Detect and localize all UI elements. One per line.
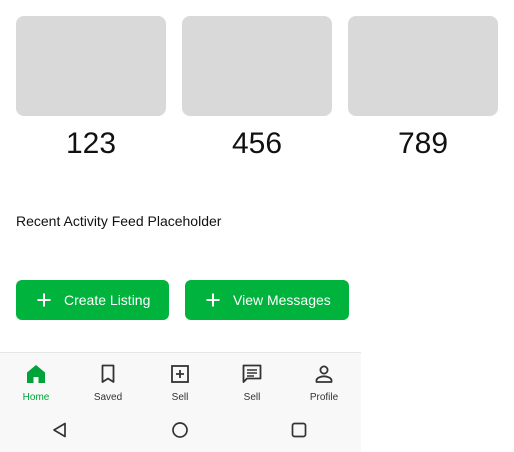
nav-item-home[interactable]: Home	[0, 353, 72, 409]
back-icon[interactable]	[50, 420, 70, 440]
stat-card: 456	[182, 16, 332, 162]
home-icon	[24, 362, 48, 386]
bookmark-icon	[96, 362, 120, 386]
message-icon	[240, 362, 264, 386]
nav-item-sell[interactable]: Sell	[144, 353, 216, 409]
create-listing-button[interactable]: Create Listing	[16, 280, 169, 320]
stat-image-placeholder	[182, 16, 332, 116]
stat-card: 789	[348, 16, 498, 162]
nav-label: Sell	[171, 392, 189, 403]
view-messages-button[interactable]: View Messages	[185, 280, 349, 320]
plus-icon	[205, 292, 221, 308]
stat-card: 123	[16, 16, 166, 162]
create-listing-label: Create Listing	[64, 292, 151, 308]
bottom-navigation: Home Saved Sell Sell Profile	[0, 352, 361, 408]
home-circle-icon[interactable]	[170, 420, 190, 440]
nav-label: Saved	[93, 392, 123, 403]
recent-activity-placeholder: Recent Activity Feed Placeholder	[16, 213, 222, 229]
system-navigation-bar	[0, 408, 361, 452]
stat-value: 789	[397, 127, 449, 160]
dashboard-screen: 123 456 789 Recent Activity Feed Placeho…	[0, 0, 514, 452]
nav-label: Profile	[309, 392, 339, 403]
nav-item-profile[interactable]: Profile	[288, 353, 360, 409]
add-box-icon	[168, 362, 192, 386]
stat-image-placeholder	[16, 16, 166, 116]
nav-item-saved[interactable]: Saved	[72, 353, 144, 409]
nav-item-messages[interactable]: Sell	[216, 353, 288, 409]
stat-image-placeholder	[348, 16, 498, 116]
stats-row: 123 456 789	[0, 0, 514, 170]
view-messages-label: View Messages	[233, 292, 331, 308]
person-icon	[312, 362, 336, 386]
nav-label: Sell	[243, 392, 261, 403]
stat-value: 456	[231, 127, 283, 160]
plus-icon	[36, 292, 52, 308]
nav-label: Home	[22, 392, 50, 403]
recents-icon[interactable]	[289, 420, 309, 440]
stat-value: 123	[65, 127, 117, 160]
